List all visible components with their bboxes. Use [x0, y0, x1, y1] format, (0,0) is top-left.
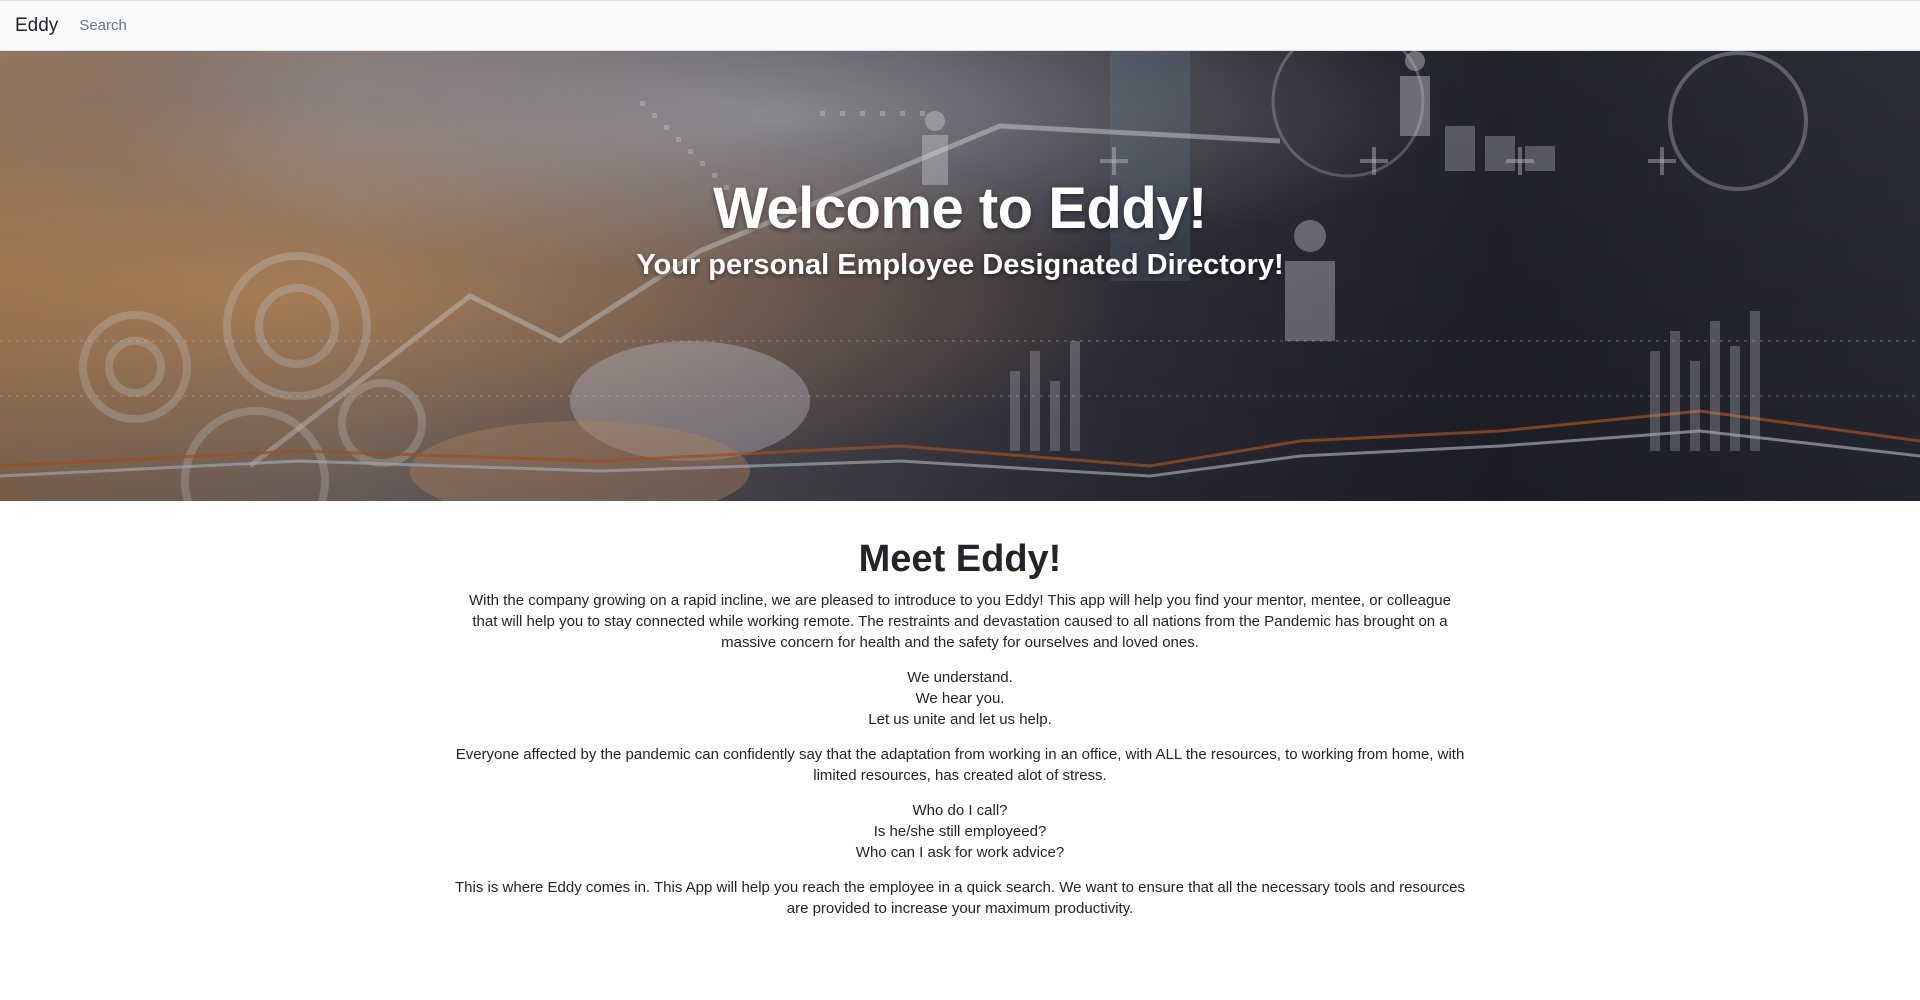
- pandemic-paragraph: Everyone affected by the pandemic can co…: [455, 746, 1465, 784]
- question-line: Who can I ask for work advice?: [855, 844, 1065, 861]
- hero-banner: Welcome to Eddy! Your personal Employee …: [0, 51, 1920, 501]
- hero-subtitle: Your personal Employee Designated Direct…: [636, 249, 1284, 281]
- search-input[interactable]: [79, 10, 340, 41]
- hero-title: Welcome to Eddy!: [713, 176, 1207, 241]
- empathy-line: We hear you.: [915, 690, 1005, 707]
- empathy-line: We understand.: [907, 669, 1013, 686]
- brand-link[interactable]: Eddy: [15, 15, 58, 37]
- questions-paragraph: Who do I call? Is he/she still employeed…: [455, 800, 1465, 863]
- question-line: Who do I call?: [912, 802, 1008, 819]
- about-section: Meet Eddy! With the company growing on a…: [455, 532, 1465, 933]
- navbar: Eddy: [0, 0, 1920, 51]
- question-line: Is he/she still employeed?: [873, 823, 1047, 840]
- section-heading: Meet Eddy!: [858, 538, 1062, 580]
- intro-paragraph: With the company growing on a rapid incl…: [469, 592, 1451, 651]
- empathy-line: Let us unite and let us help.: [868, 711, 1052, 728]
- closing-paragraph: This is where Eddy comes in. This App wi…: [455, 879, 1465, 917]
- empathy-paragraph: We understand. We hear you. Let us unite…: [455, 667, 1465, 730]
